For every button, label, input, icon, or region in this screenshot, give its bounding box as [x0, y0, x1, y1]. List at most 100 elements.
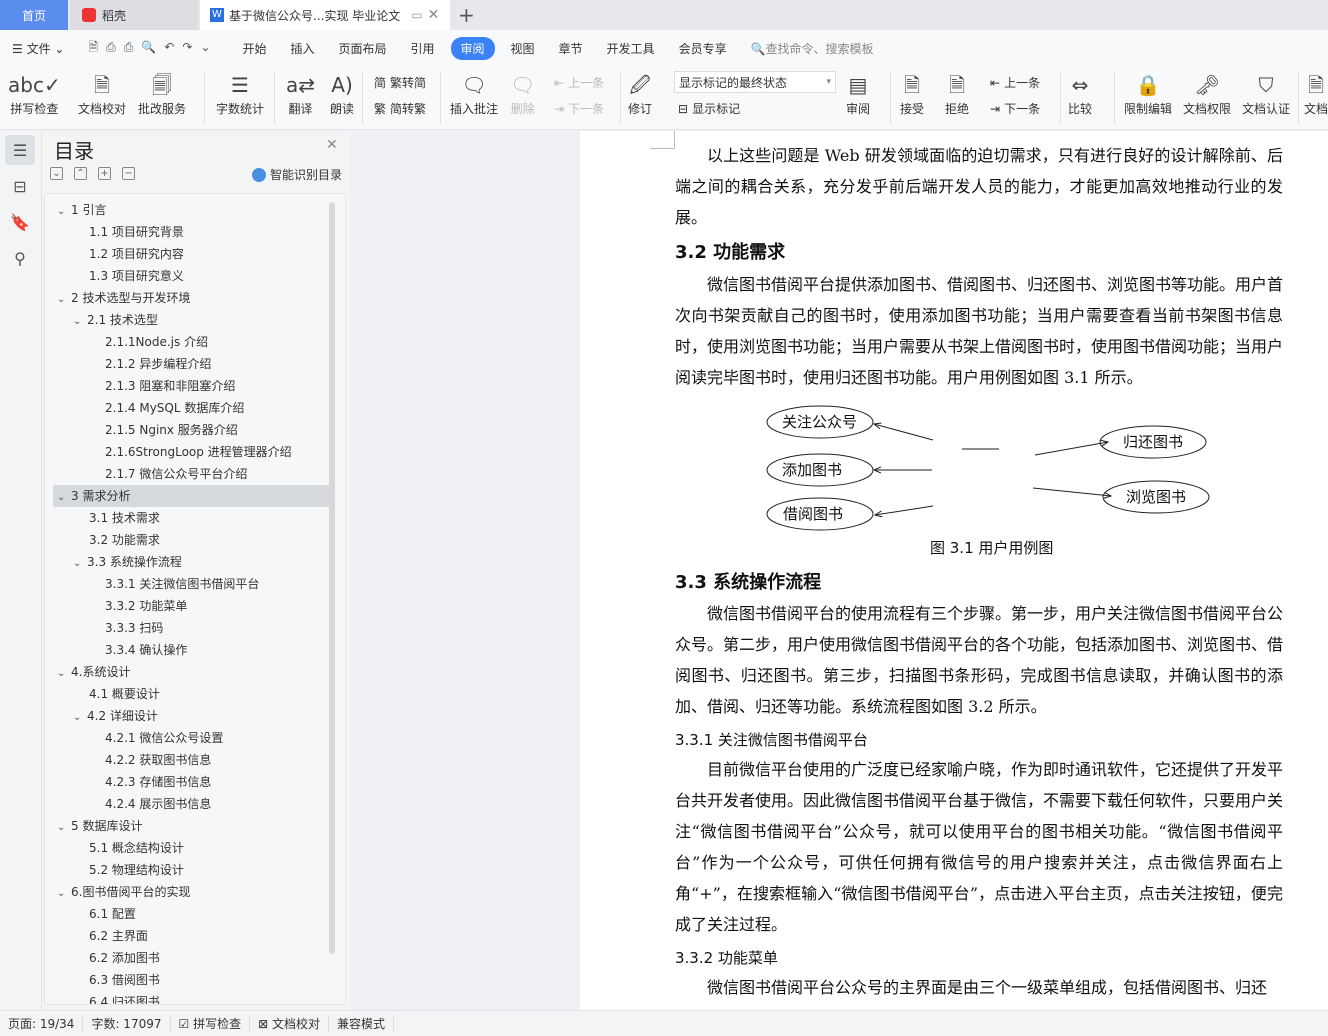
toc-item[interactable]: 1.1 项目研究背景 [53, 221, 329, 243]
close-icon[interactable]: ✕ [326, 137, 338, 153]
command-search[interactable]: 🔍查找命令、搜索模板 [751, 40, 874, 57]
doc-more-button[interactable]: 🗎 文档 [1304, 70, 1328, 117]
toc-item[interactable]: 4.2.4 展示图书信息 [53, 793, 329, 815]
menu-tab-start[interactable]: 开始 [242, 40, 266, 57]
doc-certify-button[interactable]: ⛉ 文档认证 [1242, 70, 1290, 117]
toc-item[interactable]: 2.1.5 Nginx 服务器介绍 [53, 419, 329, 441]
menu-tab-layout[interactable]: 页面布局 [338, 40, 386, 57]
spell-check-toggle[interactable]: ☑ 拼写检查 [171, 1015, 251, 1032]
toc-item[interactable]: 1.2 项目研究内容 [53, 243, 329, 265]
toc-item[interactable]: ⌄ 4.系统设计 [53, 661, 329, 683]
toc-item[interactable]: 3.3.1 关注微信图书借阅平台 [53, 573, 329, 595]
quick-access-icons[interactable]: 🗎⎙⎙🔍↶↷⌄ [88, 38, 218, 59]
spell-check-button[interactable]: abc✓ 拼写检查 [8, 70, 61, 117]
collapse-all-icon[interactable]: ⌃ [74, 167, 87, 180]
toc-item[interactable]: 4.2.3 存储图书信息 [53, 771, 329, 793]
menu-tab-references[interactable]: 引用 [410, 40, 434, 57]
prev-change-button[interactable]: ⇤ 上一条 [990, 74, 1040, 91]
chevron-down-icon[interactable]: ⌄ [73, 707, 87, 729]
toc-item[interactable]: ⌄ 6.图书借阅平台的实现 [53, 881, 329, 903]
toc-item[interactable]: ⌄ 2 技术选型与开发环境 [53, 287, 329, 309]
toc-item[interactable]: 6.1 配置 [53, 903, 329, 925]
prev-comment-button[interactable]: ⇤ 上一条 [554, 74, 604, 91]
toc-item[interactable]: 2.1.7 微信公众号平台介绍 [53, 463, 329, 485]
toc-item[interactable]: 2.1.2 异步编程介绍 [53, 353, 329, 375]
toc-item[interactable]: 3.2 功能需求 [53, 529, 329, 551]
chevron-down-icon[interactable]: ⌄ [57, 883, 71, 905]
new-tab-button[interactable]: + [458, 3, 475, 27]
toc-item[interactable]: 3.1 技术需求 [53, 507, 329, 529]
toc-item[interactable]: 3.3.2 功能菜单 [53, 595, 329, 617]
menu-tab-insert[interactable]: 插入 [290, 40, 314, 57]
reject-button[interactable]: 🗎 拒绝 [945, 70, 969, 117]
toc-item[interactable]: 6.2 添加图书 [53, 947, 329, 969]
chevron-down-icon[interactable]: ⌄ [73, 553, 87, 575]
toc-icon[interactable]: ☰ [5, 135, 35, 165]
chevron-down-icon[interactable]: ⌄ [57, 201, 71, 223]
tab-home[interactable]: 首页 [0, 0, 68, 30]
review-service-button[interactable]: 🗐 批改服务 [138, 70, 186, 117]
chevron-down-icon[interactable]: ⌄ [73, 311, 87, 333]
track-changes-button[interactable]: 🖉 修订 [628, 70, 652, 117]
chevron-down-icon[interactable]: ⌄ [57, 487, 71, 509]
next-change-button[interactable]: ⇥ 下一条 [990, 100, 1040, 117]
menu-tab-member[interactable]: 会员专享 [679, 40, 727, 57]
word-count[interactable]: 字数: 17097 [83, 1015, 171, 1032]
smart-toc-button[interactable]: 智能识别目录 [252, 166, 342, 183]
add-level-icon[interactable]: + [98, 167, 111, 180]
toc-item[interactable]: ⌄ 5 数据库设计 [53, 815, 329, 837]
page-indicator[interactable]: 页面: 19/34 [0, 1015, 84, 1032]
read-aloud-button[interactable]: A) 朗读 [330, 70, 354, 117]
toc-item[interactable]: 6.4 归还图书 [53, 991, 329, 1004]
remove-level-icon[interactable]: − [122, 167, 135, 180]
toc-item[interactable]: 2.1.1Node.js 介绍 [53, 331, 329, 353]
word-count-button[interactable]: ☰ 字数统计 [216, 70, 264, 117]
restrict-editing-button[interactable]: 🔒 限制编辑 [1124, 70, 1172, 117]
toc-item[interactable]: 3.3.4 确认操作 [53, 639, 329, 661]
next-comment-button[interactable]: ⇥ 下一条 [554, 100, 604, 117]
simp-to-trad-button[interactable]: 繁简转繁 [374, 100, 426, 117]
tab-daoke[interactable]: 稻壳 [70, 0, 198, 30]
toc-item[interactable]: 2.1.3 阻塞和非阻塞介绍 [53, 375, 329, 397]
review-pane-button[interactable]: ▤ 审阅 [846, 70, 870, 117]
bookmark-icon[interactable]: 🔖 [5, 207, 35, 237]
compare-button[interactable]: ⇔ 比较 [1068, 70, 1092, 117]
toc-item[interactable]: 5.2 物理结构设计 [53, 859, 329, 881]
toc-item[interactable]: 4.2.1 微信公众号设置 [53, 727, 329, 749]
translate-button[interactable]: a⇄ 翻译 [286, 70, 315, 117]
show-markup-button[interactable]: ⊟ 显示标记 [678, 100, 740, 117]
chevron-down-icon[interactable]: ⌄ [57, 663, 71, 685]
proofread-button[interactable]: 🗎 文档校对 [78, 70, 126, 117]
pin-icon[interactable]: ▭ [411, 8, 422, 22]
toc-item[interactable]: 4.1 概要设计 [53, 683, 329, 705]
proofread-toggle[interactable]: ⊠ 文档校对 [250, 1015, 329, 1032]
navigation-icon[interactable]: ⊟ [5, 171, 35, 201]
toc-item[interactable]: 3.3.3 扫码 [53, 617, 329, 639]
toc-item[interactable]: ⌄ 2.1 技术选型 [53, 309, 329, 331]
toc-item[interactable]: 6.2 主界面 [53, 925, 329, 947]
delete-comment-button[interactable]: 🗨 删除 [510, 70, 535, 117]
toc-item[interactable]: 2.1.4 MySQL 数据库介绍 [53, 397, 329, 419]
toc-item[interactable]: ⌄ 3 需求分析 [53, 485, 329, 507]
tab-document[interactable]: W 基于微信公众号...实现 毕业论文 ▭ ✕ [200, 0, 450, 30]
chevron-down-icon[interactable]: ⌄ [57, 289, 71, 311]
search-icon[interactable]: ⚲ [5, 243, 35, 273]
doc-permission-button[interactable]: 🗝 文档权限 [1183, 70, 1231, 117]
toc-item[interactable]: ⌄ 4.2 详细设计 [53, 705, 329, 727]
file-menu[interactable]: ☰ 文件 ⌄ [12, 40, 64, 57]
toc-item[interactable]: 6.3 借阅图书 [53, 969, 329, 991]
menu-tab-view[interactable]: 视图 [511, 40, 535, 57]
toc-item[interactable]: ⌄ 1 引言 [53, 199, 329, 221]
toc-item[interactable]: 5.1 概念结构设计 [53, 837, 329, 859]
trad-to-simp-button[interactable]: 简繁转简 [374, 74, 426, 91]
toc-item[interactable]: 2.1.6StrongLoop 进程管理器介绍 [53, 441, 329, 463]
insert-comment-button[interactable]: 🗨 插入批注 [450, 70, 498, 117]
toc-item[interactable]: 4.2.2 获取图书信息 [53, 749, 329, 771]
toc-item[interactable]: ⌄ 3.3 系统操作流程 [53, 551, 329, 573]
chevron-down-icon[interactable]: ⌄ [57, 817, 71, 839]
accept-button[interactable]: 🗎 接受 [900, 70, 924, 117]
menu-tab-chapter[interactable]: 章节 [559, 40, 583, 57]
scrollbar[interactable] [329, 202, 335, 954]
markup-display-select[interactable]: 显示标记的最终状态 ▾ [674, 71, 836, 93]
toc-item[interactable]: 1.3 项目研究意义 [53, 265, 329, 287]
